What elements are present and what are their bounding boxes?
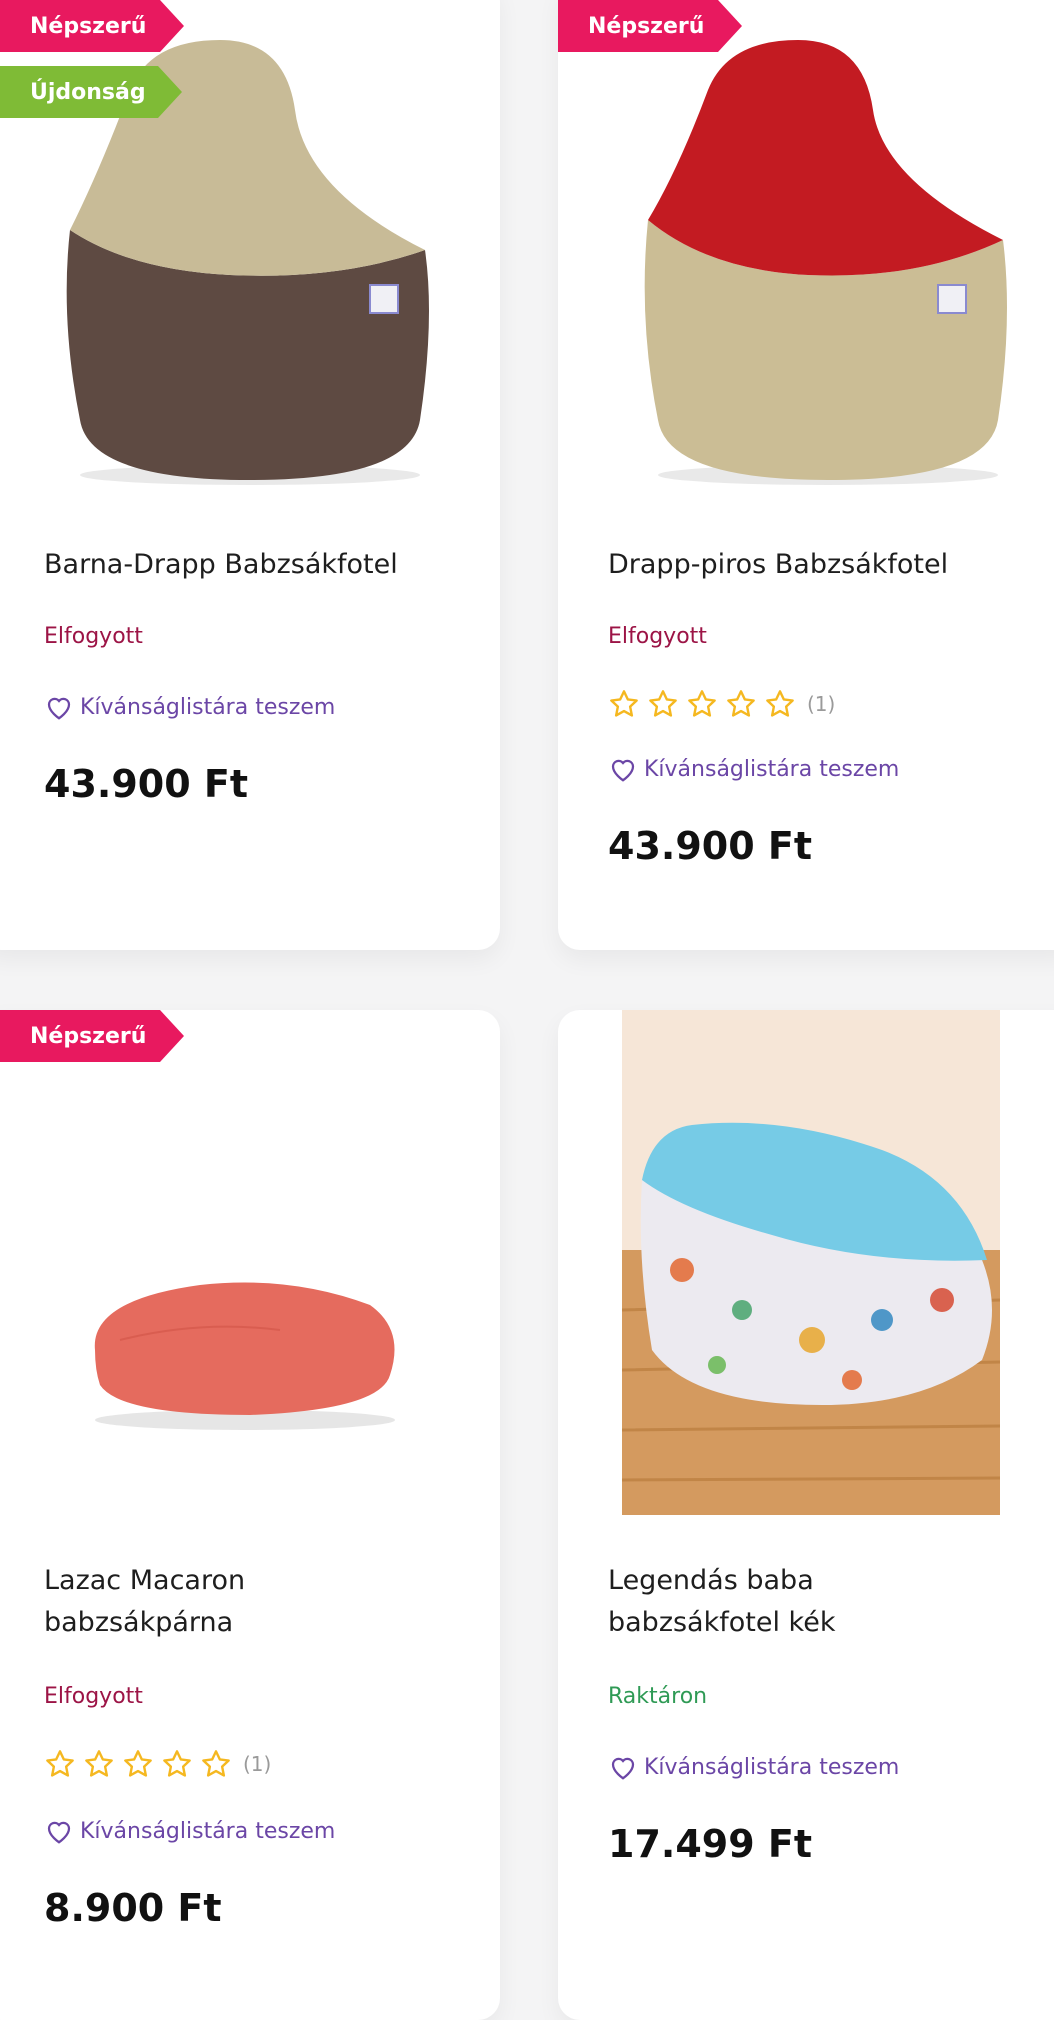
product-card[interactable]: Népszerű Drapp-piros Babzsákfotel Elfogy… bbox=[558, 0, 1054, 950]
wishlist-label: Kívánságlistára teszem bbox=[80, 1818, 336, 1844]
star-icon bbox=[766, 690, 794, 717]
product-image[interactable] bbox=[622, 1010, 1000, 1515]
star-icon bbox=[163, 1750, 191, 1777]
product-card[interactable]: Népszerű Újdonság Barna-Drapp Babzsákfot… bbox=[0, 0, 500, 950]
star-icon bbox=[46, 1750, 74, 1777]
badge-popular: Népszerű bbox=[0, 0, 184, 52]
product-image[interactable] bbox=[618, 20, 1038, 490]
heart-icon bbox=[611, 1757, 635, 1780]
badge-label: Népszerű bbox=[588, 13, 705, 39]
product-title[interactable]: Barna-Drapp Babzsákfotel bbox=[44, 544, 470, 586]
product-card[interactable]: Népszerű Lazac Macaron babzsákpárna Elfo… bbox=[0, 1010, 500, 2020]
rating-count: (1) bbox=[807, 692, 836, 716]
product-image[interactable] bbox=[80, 1260, 410, 1450]
product-title[interactable]: Legendás baba babzsákfotel kék bbox=[608, 1560, 908, 1644]
stock-status: Elfogyott bbox=[44, 1684, 143, 1709]
heart-icon bbox=[47, 1821, 71, 1844]
wishlist-link[interactable]: Kívánságlistára teszem bbox=[608, 1752, 899, 1782]
star-icon bbox=[124, 1750, 152, 1777]
badge-new: Újdonság bbox=[0, 66, 182, 118]
badge-label: Újdonság bbox=[30, 79, 146, 105]
heart-icon bbox=[611, 759, 635, 782]
stock-status: Elfogyott bbox=[608, 624, 707, 649]
wishlist-link[interactable]: Kívánságlistára teszem bbox=[44, 692, 335, 722]
badge-label: Népszerű bbox=[30, 13, 147, 39]
product-title[interactable]: Drapp-piros Babzsákfotel bbox=[608, 544, 1048, 586]
rating-count: (1) bbox=[243, 1752, 272, 1776]
star-icon bbox=[202, 1750, 230, 1777]
stock-status: Raktáron bbox=[608, 1684, 708, 1709]
star-icon bbox=[85, 1750, 113, 1777]
star-icon bbox=[688, 690, 716, 717]
product-price: 43.900 Ft bbox=[608, 824, 812, 868]
product-price: 8.900 Ft bbox=[44, 1886, 222, 1930]
heart-icon bbox=[47, 697, 71, 720]
badge-popular: Népszerű bbox=[558, 0, 742, 52]
star-icon bbox=[727, 690, 755, 717]
wishlist-label: Kívánságlistára teszem bbox=[644, 1754, 900, 1780]
wishlist-label: Kívánságlistára teszem bbox=[644, 756, 900, 782]
rating-stars[interactable]: (1) bbox=[608, 688, 835, 720]
rating-stars[interactable]: (1) bbox=[44, 1748, 271, 1780]
star-icon bbox=[610, 690, 638, 717]
stock-status: Elfogyott bbox=[44, 624, 143, 649]
product-title[interactable]: Lazac Macaron babzsákpárna bbox=[44, 1560, 344, 1644]
star-icon bbox=[649, 690, 677, 717]
badge-label: Népszerű bbox=[30, 1023, 147, 1049]
wishlist-label: Kívánságlistára teszem bbox=[80, 694, 336, 720]
product-price: 17.499 Ft bbox=[608, 1822, 812, 1866]
product-card[interactable]: Legendás baba babzsákfotel kék Raktáron … bbox=[558, 1010, 1054, 2020]
badge-popular: Népszerű bbox=[0, 1010, 184, 1062]
wishlist-link[interactable]: Kívánságlistára teszem bbox=[608, 754, 899, 784]
product-price: 43.900 Ft bbox=[44, 762, 248, 806]
wishlist-link[interactable]: Kívánságlistára teszem bbox=[44, 1816, 335, 1846]
